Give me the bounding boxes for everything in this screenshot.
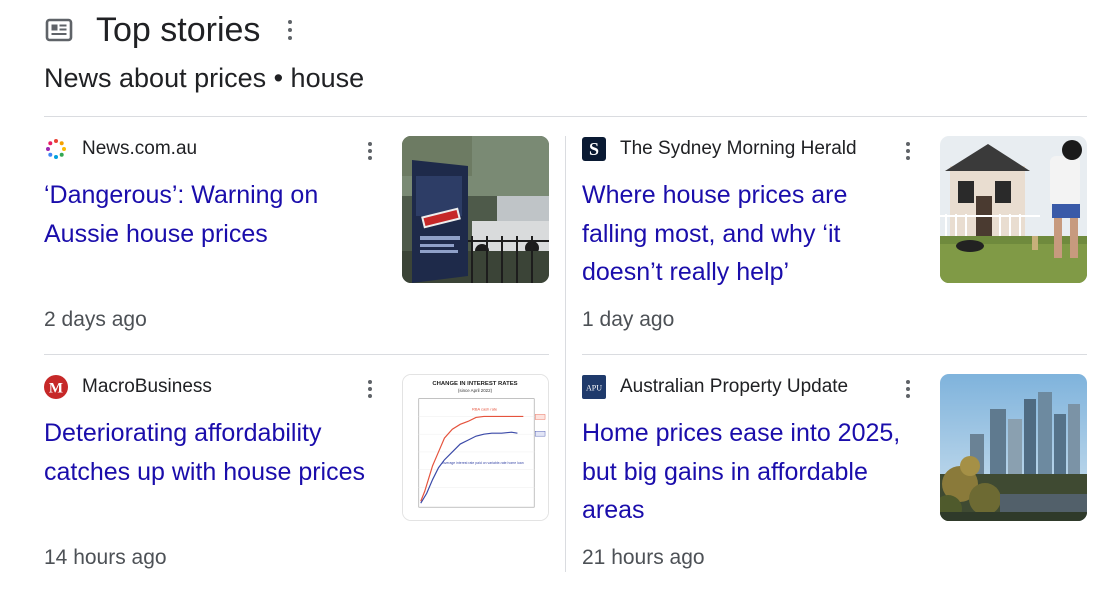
story-thumbnail[interactable] [940, 374, 1087, 521]
story-headline[interactable]: Deteriorating affordability catches up w… [44, 414, 374, 491]
more-options-icon[interactable] [360, 376, 380, 402]
divider [44, 116, 1087, 117]
story-timestamp: 21 hours ago [582, 546, 705, 569]
svg-text:S: S [589, 139, 599, 159]
story-headline[interactable]: ‘Dangerous’: Warning on Aussie house pri… [44, 176, 374, 253]
more-options-icon[interactable] [898, 138, 918, 164]
chart-image-series-label: RBA cash rate [472, 407, 498, 412]
story-source: S The Sydney Morning Herald [582, 136, 857, 162]
story-timestamp: 1 day ago [582, 308, 675, 331]
news-com-au-logo-icon [46, 139, 66, 159]
source-name: The Sydney Morning Herald [620, 138, 857, 159]
section-subtitle: News about prices • house [44, 63, 365, 93]
apu-logo-icon: APU [582, 375, 606, 399]
newspaper-icon [45, 18, 73, 42]
top-stories-header: Top stories [44, 8, 302, 52]
more-options-icon[interactable] [278, 10, 302, 50]
more-options-icon[interactable] [360, 138, 380, 164]
story-card[interactable]: APU Australian Property Update Home pric… [582, 374, 1087, 594]
chart-image-title: CHANGE IN INTEREST RATES [432, 381, 517, 387]
story-source: M MacroBusiness [44, 374, 212, 400]
section-title: Top stories [96, 11, 261, 49]
story-thumbnail[interactable] [402, 136, 549, 283]
column-divider [565, 136, 566, 572]
story-card[interactable]: M MacroBusiness Deteriorating affordabil… [44, 374, 549, 594]
story-thumbnail[interactable]: CHANGE IN INTEREST RATES (since April 20… [402, 374, 549, 521]
story-source: News.com.au [44, 136, 197, 162]
story-timestamp: 2 days ago [44, 308, 147, 331]
story-headline[interactable]: Where house prices are falling most, and… [582, 176, 912, 292]
story-thumbnail[interactable] [940, 136, 1087, 283]
source-name: News.com.au [82, 138, 198, 159]
story-timestamp: 14 hours ago [44, 546, 167, 569]
macrobusiness-logo-icon: M [44, 375, 68, 399]
story-source: APU Australian Property Update [582, 374, 848, 400]
svg-text:M: M [49, 381, 63, 397]
chart-image-series-label: Average interest rate paid on variable-r… [442, 461, 523, 465]
story-card[interactable]: S The Sydney Morning Herald Where house … [582, 136, 1087, 356]
chart-image-subtitle: (since April 2022) [458, 388, 493, 393]
more-options-icon[interactable] [898, 376, 918, 402]
source-name: Australian Property Update [620, 376, 849, 397]
smh-logo-icon: S [582, 137, 606, 161]
story-card[interactable]: News.com.au ‘Dangerous’: Warning on Auss… [44, 136, 549, 356]
source-name: MacroBusiness [82, 376, 212, 397]
apu-logo-text: APU [586, 384, 602, 393]
story-headline[interactable]: Home prices ease into 2025, but big gain… [582, 414, 912, 530]
